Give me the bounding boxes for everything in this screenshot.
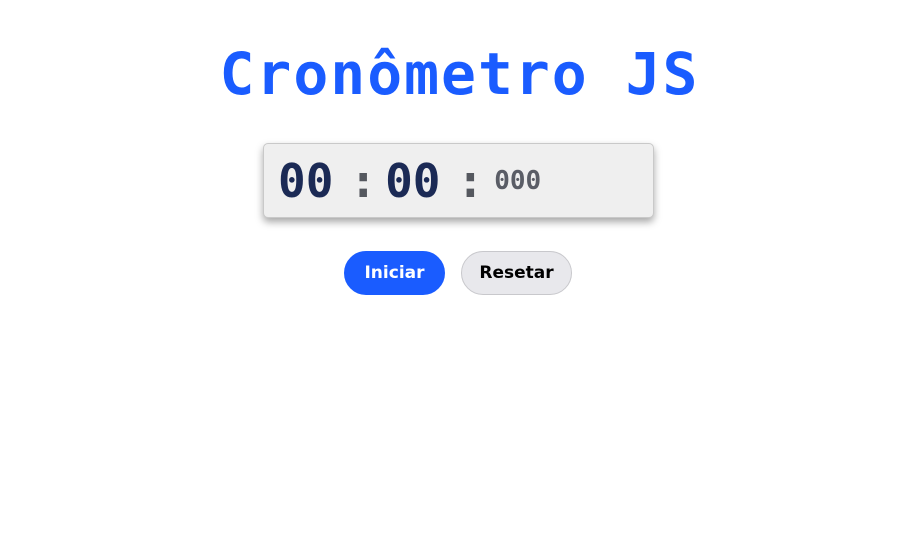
reset-button[interactable]: Resetar — [461, 251, 572, 295]
timer-milliseconds: 000 — [494, 165, 542, 196]
timer-separator: : — [349, 153, 378, 208]
timer-separator: : — [456, 153, 485, 208]
page-title: Cronômetro JS — [219, 40, 700, 108]
timer-display: 00 : 00 : 000 — [263, 143, 654, 218]
timer-seconds: 00 — [385, 153, 441, 208]
page: Cronômetro JS 00 : 00 : 000 Iniciar Rese… — [0, 0, 919, 560]
timer-minutes: 00 — [278, 153, 334, 208]
start-button[interactable]: Iniciar — [344, 251, 445, 295]
